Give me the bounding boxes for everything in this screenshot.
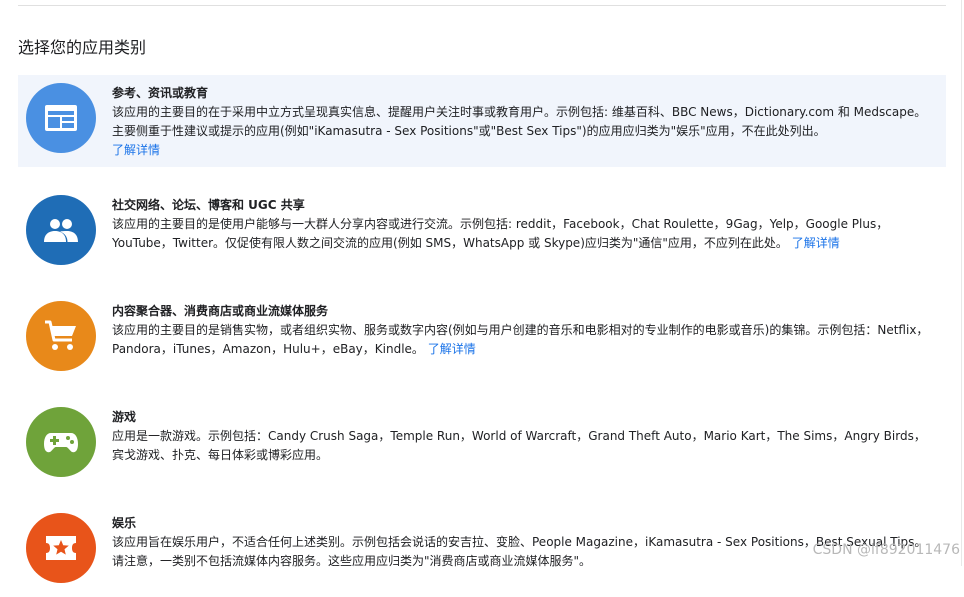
category-option-store[interactable]: 内容聚合器、消费商店或商业流媒体服务 该应用的主要目的是销售实物，或者组织实物、… [18, 293, 946, 385]
category-option-entertainment[interactable]: 娱乐 该应用旨在娱乐用户，不适合任何上述类别。示例包括会说话的安吉拉、变脸、Pe… [18, 505, 946, 597]
ticket-star-icon [46, 536, 76, 560]
category-title: 娱乐 [112, 516, 137, 530]
category-title: 社交网络、论坛、博客和 UGC 共享 [112, 198, 305, 212]
page-title: 选择您的应用类别 [18, 38, 147, 57]
category-description: 该应用旨在娱乐用户，不适合任何上述类别。示例包括会说话的安吉拉、变脸、Peopl… [112, 535, 927, 568]
category-option-reference[interactable]: 参考、资讯或教育 该应用的主要目的在于采用中立方式呈现真实信息、提醒用户关注时事… [18, 75, 946, 167]
category-option-games[interactable]: 游戏 应用是一款游戏。示例包括：Candy Crush Saga，Temple … [18, 399, 946, 491]
people-icon [44, 219, 78, 242]
category-title: 游戏 [112, 410, 137, 424]
category-icon-circle [26, 513, 96, 583]
category-description: 该应用的主要目的是销售实物，或者组织实物、服务或数字内容(例如与用户创建的音乐和… [112, 323, 929, 356]
category-description: 该应用的主要目的是使用户能够与一大群人分享内容或进行交流。示例包括: reddi… [112, 217, 889, 250]
category-description: 应用是一款游戏。示例包括：Candy Crush Saga，Temple Run… [112, 429, 926, 462]
watermark: CSDN @lf892011476 [812, 542, 960, 558]
news-article-icon [45, 105, 77, 131]
learn-more-link[interactable]: 了解详情 [112, 143, 160, 157]
learn-more-link[interactable]: 了解详情 [792, 236, 840, 250]
right-border [961, 0, 962, 566]
learn-more-link[interactable]: 了解详情 [428, 342, 476, 356]
top-divider [18, 5, 946, 6]
category-description: 该应用的主要目的在于采用中立方式呈现真实信息、提醒用户关注时事或教育用户。示例包… [112, 105, 927, 157]
category-icon-circle [26, 301, 96, 371]
category-option-social[interactable]: 社交网络、论坛、博客和 UGC 共享 该应用的主要目的是使用户能够与一大群人分享… [18, 187, 946, 279]
category-icon-circle [26, 407, 96, 477]
category-title: 内容聚合器、消费商店或商业流媒体服务 [112, 304, 329, 318]
gamepad-icon [44, 433, 78, 453]
category-title: 参考、资讯或教育 [112, 86, 209, 100]
category-icon-circle [26, 83, 96, 153]
category-icon-circle [26, 195, 96, 265]
shopping-cart-icon [45, 320, 76, 350]
